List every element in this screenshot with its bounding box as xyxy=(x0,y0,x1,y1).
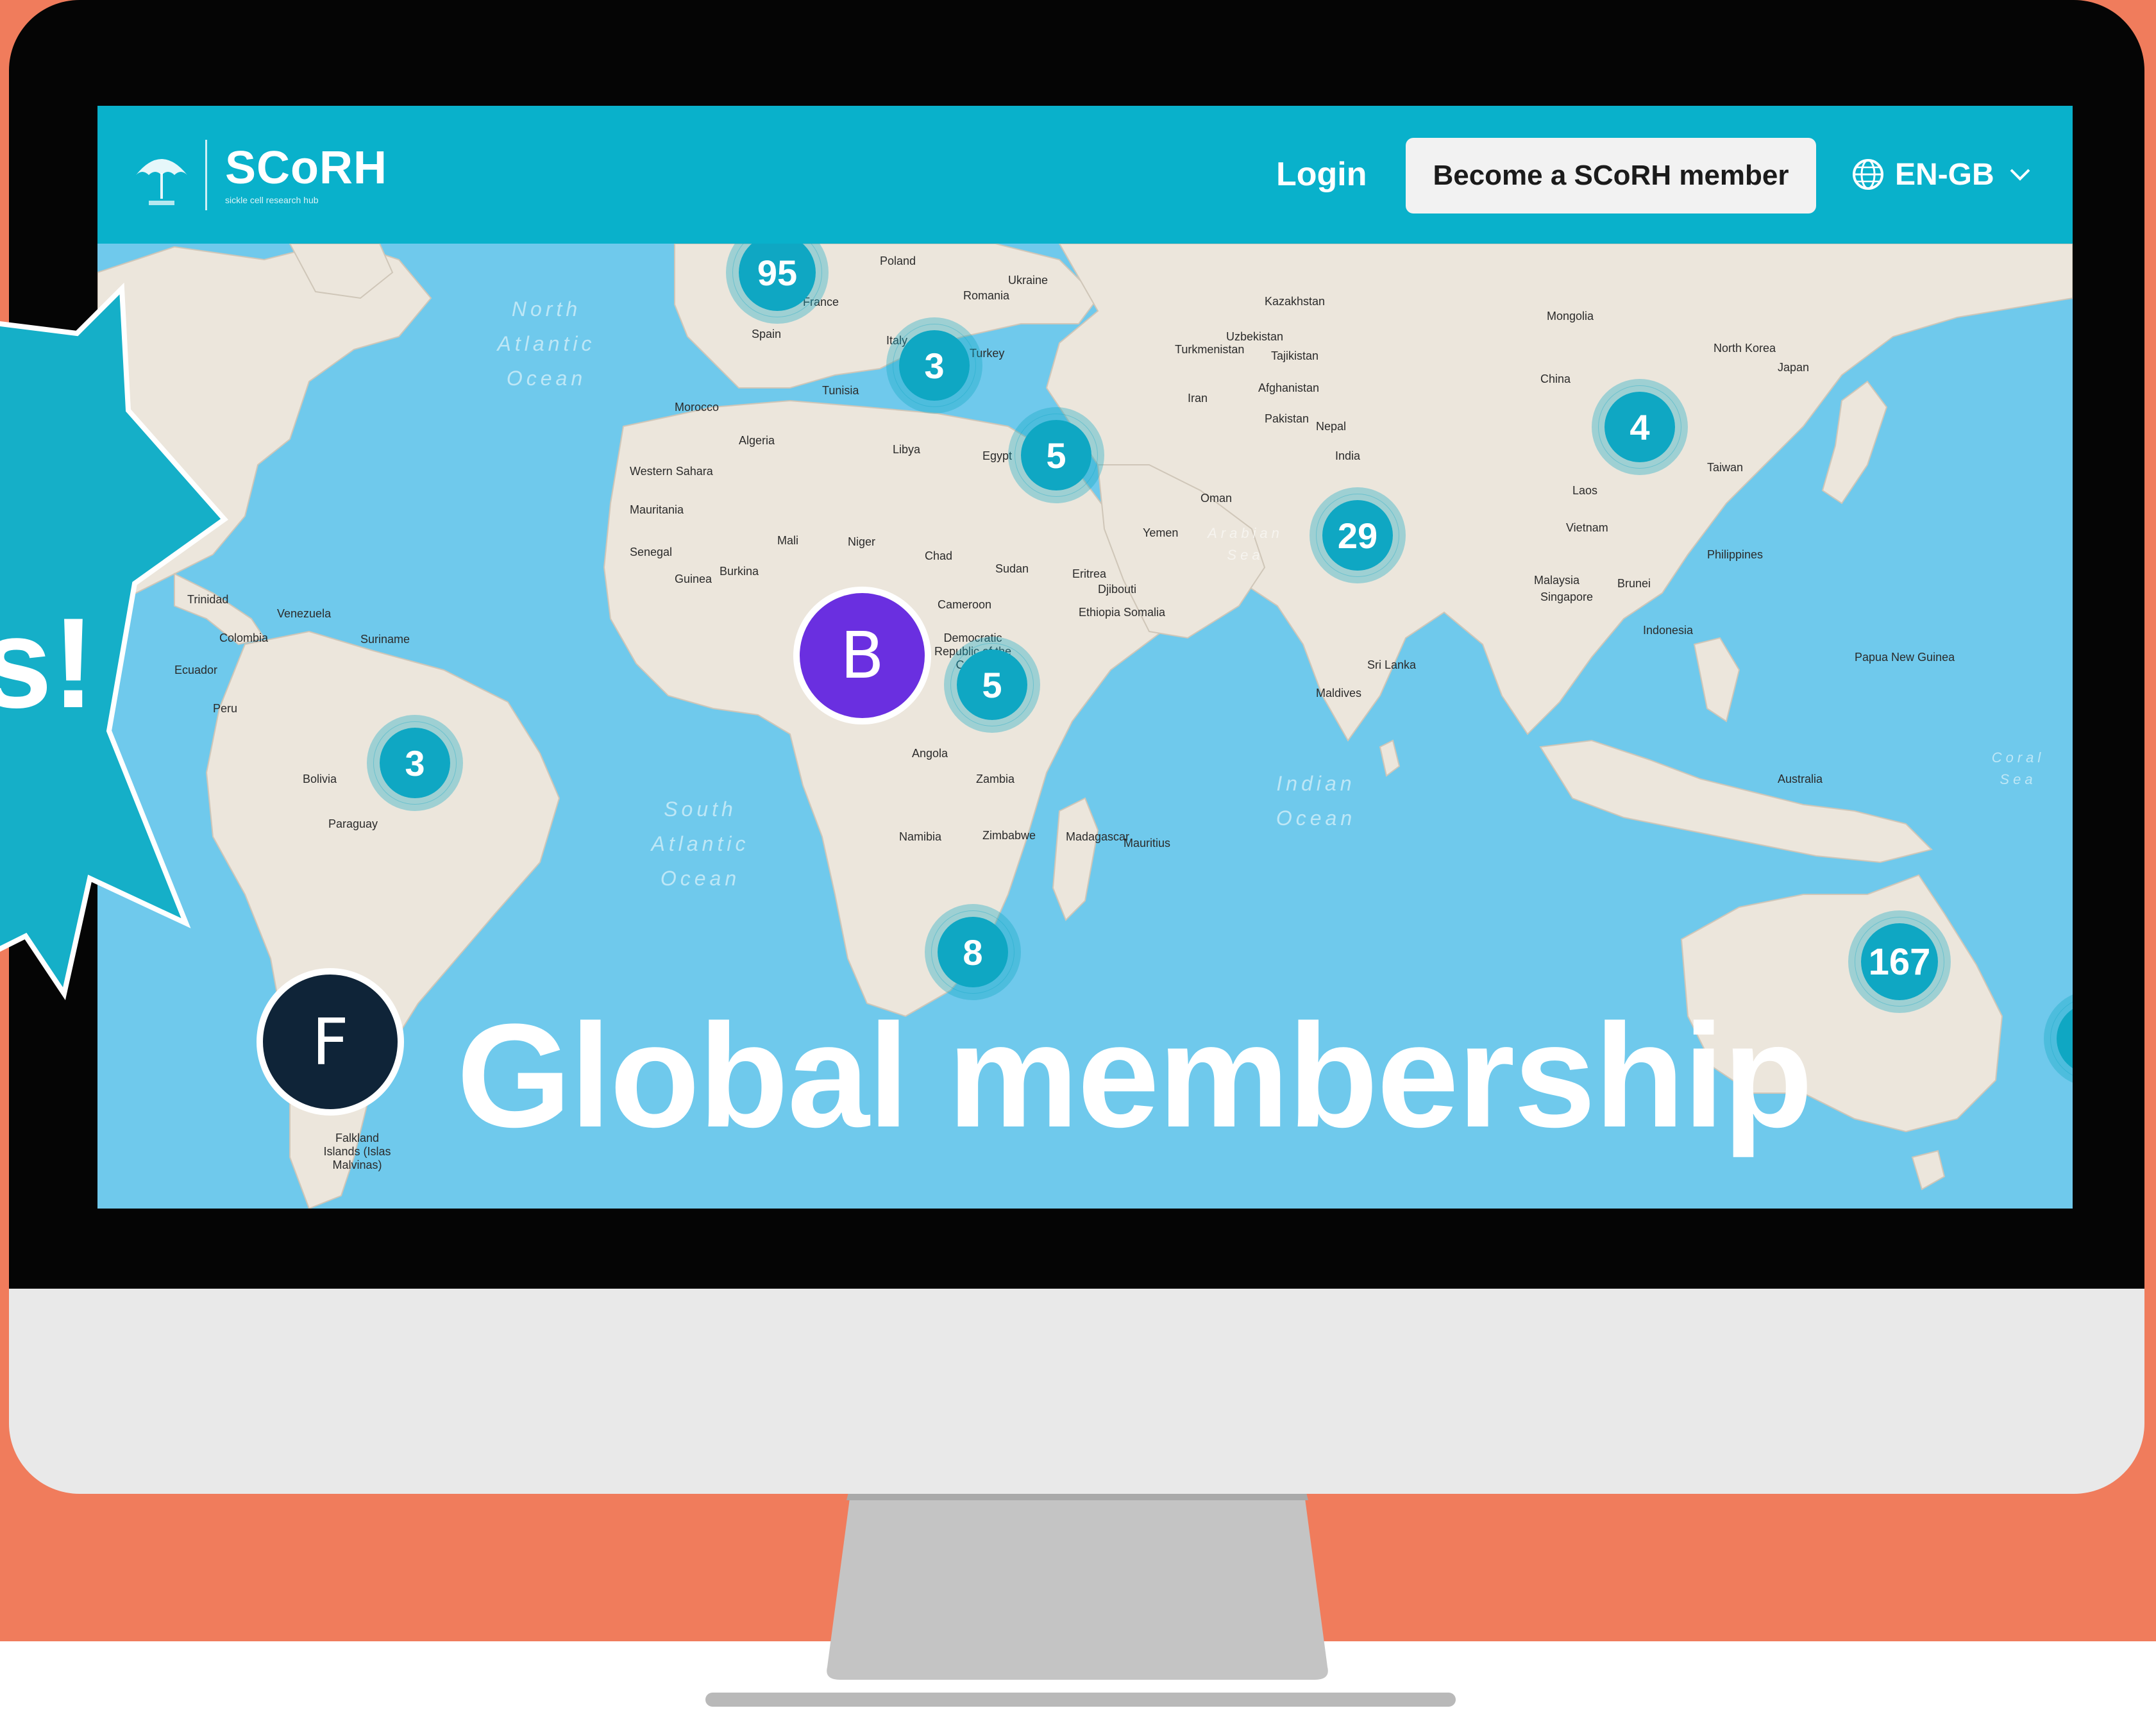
ocean-label-indian: Indian Ocean xyxy=(1276,772,1356,830)
country-label: Burkina xyxy=(720,565,759,578)
country-label: Libya xyxy=(893,443,921,456)
country-label: Mauritius xyxy=(1124,837,1171,849)
country-label: Spain xyxy=(752,328,782,340)
country-label: Falkland Islands (Islas Malvinas) xyxy=(323,1132,391,1171)
country-label: Senegal xyxy=(630,546,673,558)
country-label: Madagascar xyxy=(1066,830,1130,843)
country-label: Oman xyxy=(1200,492,1233,505)
country-label: Maldives xyxy=(1316,687,1362,699)
map-cluster-turkey[interactable]: 3 xyxy=(893,324,976,407)
umbrella-logo-icon xyxy=(136,159,187,205)
globe-icon xyxy=(1853,159,1883,190)
callout-text: s! xyxy=(0,592,95,735)
monitor: Poland Ukraine Romania France Spain Italy Turk… xyxy=(9,0,2144,1494)
country-label: Zimbabwe xyxy=(982,829,1036,842)
country-label: Ethiopia xyxy=(1079,606,1121,619)
country-label: Indonesia xyxy=(1643,624,1694,637)
country-label: Tunisia xyxy=(822,384,859,397)
brand-name: SCoRH xyxy=(225,142,387,194)
become-member-button[interactable]: Become a SCoRH member xyxy=(1406,138,1816,213)
country-label: Romania xyxy=(963,289,1010,302)
country-label: Japan xyxy=(1778,361,1810,374)
country-label: Laos xyxy=(1572,484,1598,497)
country-label: Djibouti xyxy=(1098,583,1137,596)
stand-foot xyxy=(705,1693,1456,1707)
map-cluster-east-africa[interactable]: 5 xyxy=(950,643,1034,726)
country-label: Singapore xyxy=(1540,590,1594,603)
country-label: Sri Lanka xyxy=(1367,658,1417,671)
ocean-label-coral-sea: Coral Sea xyxy=(1991,749,2045,787)
country-label: Eritrea xyxy=(1072,567,1107,580)
language-label: EN-GB xyxy=(1895,157,1994,192)
brand-text: SCoRH sickle cell research hub xyxy=(225,145,387,205)
map-cluster-india[interactable]: 29 xyxy=(1316,494,1399,577)
country-label: Yemen xyxy=(1143,526,1179,539)
country-label: Kazakhstan xyxy=(1265,295,1326,308)
country-label: Western Sahara xyxy=(630,465,713,478)
country-label: Australia xyxy=(1778,773,1823,785)
language-selector[interactable]: EN-GB xyxy=(1851,146,2044,203)
country-label: Afghanistan xyxy=(1258,381,1320,394)
monitor-stand xyxy=(827,1475,1328,1680)
ocean-label-arabian-sea: Arabian Sea xyxy=(1208,525,1283,563)
country-label: Mongolia xyxy=(1547,310,1594,322)
country-label: Algeria xyxy=(739,434,775,447)
ocean-label-south-atlantic: South Atlantic Ocean xyxy=(651,798,750,890)
country-label: Uzbekistan xyxy=(1226,330,1284,343)
country-label: Sudan xyxy=(995,562,1029,575)
country-label: Angola xyxy=(912,747,948,760)
badge-f[interactable]: F xyxy=(257,968,404,1116)
login-link[interactable]: Login xyxy=(1276,146,1367,203)
country-label: Philippines xyxy=(1707,548,1764,561)
country-label: Morocco xyxy=(675,401,720,414)
country-label: Bolivia xyxy=(303,773,337,785)
country-label: Somalia xyxy=(1124,606,1166,619)
country-label: China xyxy=(1540,372,1571,385)
brand-logo[interactable]: SCoRH sickle cell research hub xyxy=(130,137,387,213)
map-cluster-middle-east[interactable]: 5 xyxy=(1015,414,1098,497)
map-cluster-australia[interactable]: 167 xyxy=(1855,917,1944,1007)
country-label: Taiwan xyxy=(1707,461,1744,474)
country-label: Mali xyxy=(777,534,799,547)
country-label: Mauritania xyxy=(630,503,684,516)
screen: Poland Ukraine Romania France Spain Italy Turk… xyxy=(97,106,2073,1209)
country-label: Vietnam xyxy=(1566,521,1608,534)
brand-divider xyxy=(205,140,207,210)
country-label: Tajikistan xyxy=(1271,349,1319,362)
country-label: Paraguay xyxy=(328,817,378,830)
country-label: Namibia xyxy=(899,830,942,843)
country-label: Nepal xyxy=(1316,420,1347,433)
country-label: Malaysia xyxy=(1534,574,1580,587)
country-label: Zambia xyxy=(976,773,1015,785)
country-label: Cameroon xyxy=(938,598,992,611)
badge-b[interactable]: B xyxy=(793,587,931,724)
map-cluster-south-america[interactable]: 3 xyxy=(373,721,457,805)
site-header: SCoRH sickle cell research hub Login Bec… xyxy=(97,106,2073,244)
country-label: Turkmenistan xyxy=(1175,343,1245,356)
country-label: Papua New Guinea xyxy=(1855,651,1955,664)
country-label: North Korea xyxy=(1714,342,1776,355)
map-cluster-east-asia[interactable]: 4 xyxy=(1598,385,1681,469)
chevron-down-icon xyxy=(2010,169,2030,181)
country-label: Brunei xyxy=(1617,577,1651,590)
country-label: Suriname xyxy=(360,633,410,646)
country-label: India xyxy=(1335,449,1361,462)
country-label: Chad xyxy=(925,549,953,562)
brand-tagline: sickle cell research hub xyxy=(225,195,319,205)
country-label: Egypt xyxy=(982,449,1013,462)
ocean-label-north-atlantic: North Atlantic Ocean xyxy=(497,297,596,390)
map-cluster-southern-africa[interactable]: 8 xyxy=(931,910,1015,994)
scene: Poland Ukraine Romania France Spain Italy Turk… xyxy=(0,0,2156,1724)
country-label: Niger xyxy=(848,535,876,548)
country-label: Poland xyxy=(880,255,916,267)
country-label: Ukraine xyxy=(1008,274,1049,287)
monitor-chin xyxy=(9,1289,2144,1494)
headline: Global membership xyxy=(457,993,1813,1158)
country-label: Venezuela xyxy=(277,607,332,620)
country-label: Guinea xyxy=(675,573,712,585)
country-label: Pakistan xyxy=(1265,412,1310,425)
country-label: Iran xyxy=(1188,392,1208,405)
